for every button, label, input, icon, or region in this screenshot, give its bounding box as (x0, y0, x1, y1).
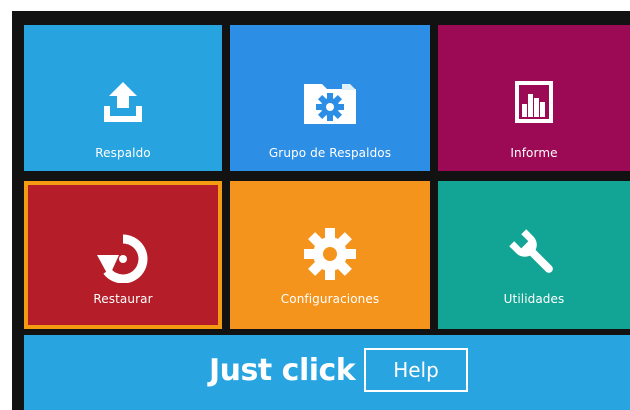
tile-utilidades[interactable]: Utilidades (438, 181, 630, 329)
bar-chart-icon (438, 75, 630, 129)
tile-respaldo[interactable]: Respaldo (24, 25, 222, 171)
tile-grupo-de-respaldos[interactable]: Grupo de Respaldos (230, 25, 430, 171)
wrench-icon (438, 227, 630, 281)
tile-utilidades-label: Utilidades (503, 292, 565, 306)
tile-grupo-label: Grupo de Respaldos (268, 146, 392, 160)
tile-respaldo-label: Respaldo (95, 146, 151, 160)
tile-informe[interactable]: Informe (438, 25, 630, 171)
tile-configuraciones-label: Configuraciones (280, 292, 380, 306)
help-button[interactable]: Help (364, 348, 468, 392)
gear-icon (230, 227, 430, 281)
app-window: Respaldo Grupo de Respaldos Informe Rest… (12, 11, 630, 410)
tile-restaurar-label: Restaurar (93, 292, 153, 306)
restore-icon (28, 231, 218, 285)
footer-bar: Just click Help (24, 335, 630, 410)
folder-gear-icon (230, 75, 430, 129)
upload-icon (24, 75, 222, 129)
tile-restaurar[interactable]: Restaurar (24, 181, 222, 329)
brand-logo-text: Just click (209, 353, 356, 388)
tile-configuraciones[interactable]: Configuraciones (230, 181, 430, 329)
tile-informe-label: Informe (510, 146, 558, 160)
